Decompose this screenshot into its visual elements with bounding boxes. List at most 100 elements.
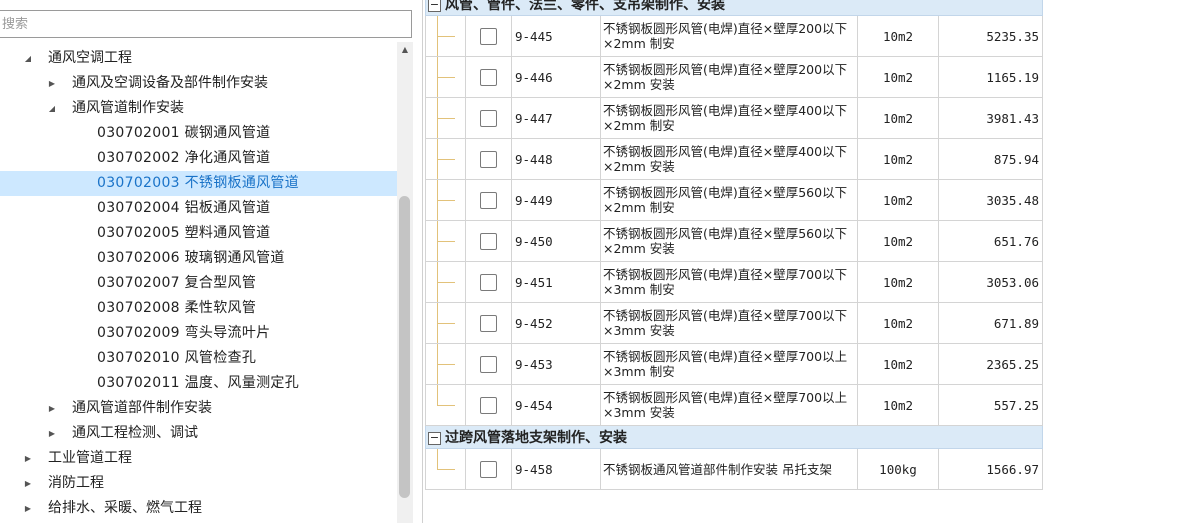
tree-node[interactable]: ◢ 通风管道制作安装 xyxy=(0,96,397,121)
tree-node[interactable]: ▶ 工业管道工程 xyxy=(0,446,397,471)
table-row[interactable]: 9-450 不锈钢板圆形风管(电焊)直径×壁厚560以下×2mm 安装 10m2 65… xyxy=(425,220,1043,262)
expand-arrow-icon[interactable]: ▶ xyxy=(46,71,58,96)
tree-node[interactable]: 030702002 净化通风管道 xyxy=(0,146,397,171)
tree-connector xyxy=(425,261,466,303)
row-checkbox[interactable] xyxy=(480,273,497,291)
scroll-thumb[interactable] xyxy=(399,196,410,498)
row-checkbox-cell xyxy=(465,15,512,57)
search-input[interactable] xyxy=(0,10,412,38)
quota-unit: 10m2 xyxy=(857,384,939,426)
tree-node-label: 通风管道部件制作安装 xyxy=(72,400,212,416)
scroll-up-arrow-icon[interactable]: ▲ xyxy=(397,42,413,58)
tree-node[interactable]: 030702011 温度、风量测定孔 xyxy=(0,371,397,396)
row-checkbox[interactable] xyxy=(480,191,497,209)
group-title: 过跨风管落地支架制作、安装 xyxy=(445,430,627,446)
row-checkbox[interactable] xyxy=(480,232,497,250)
quota-unit: 10m2 xyxy=(857,97,939,139)
row-checkbox[interactable] xyxy=(480,27,497,45)
expand-arrow-icon[interactable]: ▶ xyxy=(22,496,34,521)
quota-unit: 10m2 xyxy=(857,302,939,344)
group-header-row[interactable]: − 风管、管件、法兰、零件、支吊架制作、安装 xyxy=(425,0,1043,16)
table-row[interactable]: 9-451 不锈钢板圆形风管(电焊)直径×壁厚700以下×3mm 制安 10m2 30… xyxy=(425,261,1043,303)
table-row[interactable]: 9-458 不锈钢板通风管道部件制作安装 吊托支架 100kg 1566.97 xyxy=(425,448,1043,490)
row-checkbox-cell xyxy=(465,97,512,139)
expand-arrow-icon[interactable]: ▶ xyxy=(46,396,58,421)
tree-connector xyxy=(425,138,466,180)
tree-node[interactable]: 030702005 塑料通风管道 xyxy=(0,221,397,246)
group-header: − 过跨风管落地支架制作、安装 xyxy=(425,425,1043,449)
row-checkbox[interactable] xyxy=(480,460,497,478)
tree-scrollbar[interactable]: ▲ xyxy=(397,42,413,523)
tree-node[interactable]: ▶ 消防工程 xyxy=(0,471,397,496)
quota-unit: 10m2 xyxy=(857,343,939,385)
collapse-toggle-icon[interactable]: − xyxy=(428,431,441,445)
collapse-arrow-icon[interactable]: ◢ xyxy=(46,96,58,121)
row-checkbox[interactable] xyxy=(480,150,497,168)
table-row[interactable]: 9-447 不锈钢板圆形风管(电焊)直径×壁厚400以下×2mm 制安 10m2 39… xyxy=(425,97,1043,139)
expand-arrow-icon[interactable]: ▶ xyxy=(22,471,34,496)
tree-node-label: 工业管道工程 xyxy=(48,450,132,466)
quota-price: 875.94 xyxy=(938,138,1043,180)
quota-code: 9-446 xyxy=(511,56,601,98)
tree-node[interactable]: 030702008 柔性软风管 xyxy=(0,296,397,321)
expand-arrow-icon[interactable]: ▶ xyxy=(46,421,58,446)
quota-code: 9-458 xyxy=(511,448,601,490)
quota-price: 557.25 xyxy=(938,384,1043,426)
table-row[interactable]: 9-446 不锈钢板圆形风管(电焊)直径×壁厚200以下×2mm 安装 10m2 11… xyxy=(425,56,1043,98)
tree-node[interactable]: ▶ 通风工程检测、调试 xyxy=(0,421,397,446)
table-row[interactable]: 9-448 不锈钢板圆形风管(电焊)直径×壁厚400以下×2mm 安装 10m2 87… xyxy=(425,138,1043,180)
row-checkbox-cell xyxy=(465,179,512,221)
row-checkbox-cell xyxy=(465,384,512,426)
quota-price: 5235.35 xyxy=(938,15,1043,57)
tree-connector xyxy=(425,220,466,262)
tree-connector xyxy=(425,97,466,139)
quota-unit: 10m2 xyxy=(857,220,939,262)
tree-node[interactable]: ▶ 通风及空调设备及部件制作安装 xyxy=(0,71,397,96)
tree-node[interactable]: ▶ 通风管道部件制作安装 xyxy=(0,396,397,421)
quota-price: 651.76 xyxy=(938,220,1043,262)
tree-node[interactable]: 030702010 风管检查孔 xyxy=(0,346,397,371)
tree-node[interactable]: 030702004 铝板通风管道 xyxy=(0,196,397,221)
quota-code: 9-445 xyxy=(511,15,601,57)
tree-node[interactable]: 030702006 玻璃钢通风管道 xyxy=(0,246,397,271)
collapse-toggle-icon[interactable]: − xyxy=(428,0,441,12)
quota-name: 不锈钢板圆形风管(电焊)直径×壁厚200以下×2mm 安装 xyxy=(600,56,858,98)
quota-unit: 100kg xyxy=(857,448,939,490)
tree-node-label: 030702007 复合型风管 xyxy=(97,275,257,291)
tree-node[interactable]: 030702003 不锈钢板通风管道 xyxy=(0,171,397,196)
tree-node-label: 030702006 玻璃钢通风管道 xyxy=(97,250,285,266)
quota-price: 3035.48 xyxy=(938,179,1043,221)
tree-node[interactable]: 030702001 碳钢通风管道 xyxy=(0,121,397,146)
quota-unit: 10m2 xyxy=(857,179,939,221)
expand-arrow-icon[interactable]: ▶ xyxy=(22,446,34,471)
table-row[interactable]: 9-452 不锈钢板圆形风管(电焊)直径×壁厚700以下×3mm 安装 10m2 67… xyxy=(425,302,1043,344)
tree-node[interactable]: 030702007 复合型风管 xyxy=(0,271,397,296)
table-row[interactable]: 9-445 不锈钢板圆形风管(电焊)直径×壁厚200以下×2mm 制安 10m2 52… xyxy=(425,15,1043,57)
tree-connector xyxy=(425,384,466,426)
row-checkbox[interactable] xyxy=(480,109,497,127)
quota-price: 3981.43 xyxy=(938,97,1043,139)
row-checkbox-cell xyxy=(465,138,512,180)
row-checkbox[interactable] xyxy=(480,68,497,86)
row-checkbox[interactable] xyxy=(480,355,497,373)
row-checkbox[interactable] xyxy=(480,314,497,332)
tree-connector xyxy=(425,343,466,385)
quota-name: 不锈钢板圆形风管(电焊)直径×壁厚700以上×3mm 安装 xyxy=(600,384,858,426)
table-row[interactable]: 9-453 不锈钢板圆形风管(电焊)直径×壁厚700以上×3mm 制安 10m2 23… xyxy=(425,343,1043,385)
tree-node[interactable]: ▶ 给排水、采暖、燃气工程 xyxy=(0,496,397,521)
quota-name: 不锈钢板圆形风管(电焊)直径×壁厚200以下×2mm 制安 xyxy=(600,15,858,57)
tree-node-label: 通风工程检测、调试 xyxy=(72,425,198,441)
table-row[interactable]: 9-454 不锈钢板圆形风管(电焊)直径×壁厚700以上×3mm 安装 10m2 55… xyxy=(425,384,1043,426)
tree-panel: ◢ 通风空调工程 ▶ 通风及空调设备及部件制作安装 ◢ 通风管道制作安装 030702001… xyxy=(0,0,415,523)
tree-node[interactable]: ◢ 通风空调工程 xyxy=(0,46,397,71)
group-header-row[interactable]: − 过跨风管落地支架制作、安装 xyxy=(425,425,1043,449)
tree-node-label: 030702008 柔性软风管 xyxy=(97,300,257,316)
tree-node-label: 通风空调工程 xyxy=(48,50,132,66)
row-checkbox[interactable] xyxy=(480,396,497,414)
quota-unit: 10m2 xyxy=(857,56,939,98)
collapse-arrow-icon[interactable]: ◢ xyxy=(22,46,34,71)
quota-code: 9-452 xyxy=(511,302,601,344)
tree-node-label: 给排水、采暖、燃气工程 xyxy=(48,500,202,516)
table-row[interactable]: 9-449 不锈钢板圆形风管(电焊)直径×壁厚560以下×2mm 制安 10m2 30… xyxy=(425,179,1043,221)
tree-node[interactable]: 030702009 弯头导流叶片 xyxy=(0,321,397,346)
